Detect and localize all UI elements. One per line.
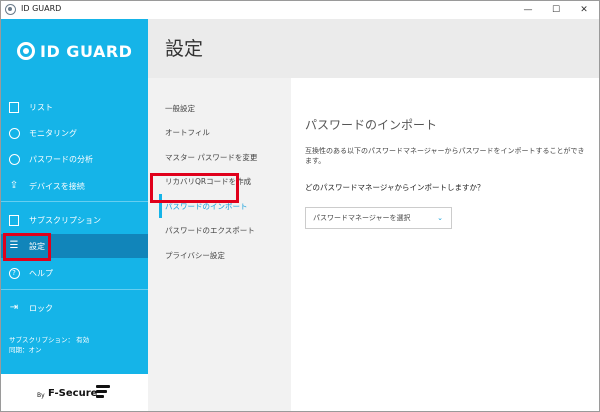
sidebar-item-label: モニタリング: [29, 128, 77, 138]
sidebar-item-connect-device[interactable]: ⇪ デバイスを接続: [1, 174, 148, 198]
subscription-status-text: サブスクリプション： 有効: [9, 336, 90, 344]
settings-item-privacy[interactable]: プライバシー設定: [165, 250, 225, 261]
lock-icon: ⇥: [9, 302, 19, 313]
maximize-button[interactable]: ☐: [543, 3, 569, 17]
subscription-icon: [8, 214, 20, 226]
settings-item-export-passwords[interactable]: パスワードのエクスポート: [165, 225, 255, 236]
window-title: ID GUARD: [21, 4, 62, 13]
sidebar-item-settings[interactable]: ☰ 設定: [1, 234, 148, 258]
active-indicator: [159, 194, 162, 218]
sidebar-divider: [1, 289, 148, 290]
list-icon: [8, 101, 20, 113]
sidebar-item-monitoring[interactable]: モニタリング: [1, 121, 148, 145]
help-icon: ?: [8, 267, 20, 279]
password-manager-select[interactable]: パスワードマネージャーを選択 ⌄: [305, 207, 452, 229]
clock-icon: [8, 153, 20, 165]
settings-item-autofill[interactable]: オートフィル: [165, 127, 210, 138]
title-bar: ID GUARD — ☐ ✕: [1, 1, 599, 19]
main-header: 設定: [148, 19, 599, 78]
sidebar-item-subscription[interactable]: サブスクリプション: [1, 208, 148, 232]
sidebar-item-label: サブスクリプション: [29, 215, 101, 225]
connect-device-icon: ⇪: [9, 180, 19, 191]
section-description: 互換性のある以下のパスワードマネージャーからパスワードをインポートすることができ…: [305, 147, 585, 165]
dropdown-placeholder: パスワードマネージャーを選択: [313, 214, 411, 222]
sidebar-item-list[interactable]: リスト: [1, 95, 148, 119]
logo-text: ID GUARD: [40, 41, 133, 61]
settings-list: 一般設定 オートフィル マスター パスワードを変更 リカバリQRコードを作成 パ…: [148, 78, 291, 411]
sync-status-text: 同期：オン: [9, 346, 42, 354]
sidebar-item-label: ロック: [29, 303, 53, 313]
section-heading: パスワードのインポート: [305, 118, 438, 132]
minimize-button[interactable]: —: [515, 3, 541, 17]
sidebar-item-label: ヘルプ: [29, 268, 53, 278]
sidebar-item-label: 設定: [29, 241, 45, 251]
sidebar-item-label: リスト: [29, 102, 53, 112]
settings-item-import-passwords[interactable]: パスワードのインポート: [165, 201, 248, 212]
id-guard-logo-icon: [17, 42, 35, 60]
subscription-status: サブスクリプション： 有効 同期：オン: [9, 335, 89, 355]
footer-by-text: By: [37, 392, 45, 399]
import-content: パスワードのインポート 互換性のある以下のパスワードマネージャーからパスワードを…: [291, 78, 599, 411]
sidebar-footer: By F-Secure: [1, 374, 148, 411]
sidebar-item-label: パスワードの分析: [29, 154, 93, 164]
main-panel: 設定 一般設定 オートフィル マスター パスワードを変更 リカバリQRコードを作…: [148, 19, 599, 411]
f-secure-logo-icon: [96, 385, 110, 401]
chevron-down-icon: ⌄: [437, 214, 443, 222]
settings-sliders-icon: ☰: [9, 240, 19, 251]
sidebar-item-help[interactable]: ? ヘルプ: [1, 261, 148, 285]
settings-item-create-recovery-qr[interactable]: リカバリQRコードを作成: [165, 176, 251, 187]
sidebar-item-lock[interactable]: ⇥ ロック: [1, 296, 148, 320]
f-secure-brand: F-Secure: [48, 388, 98, 399]
app-icon: [5, 4, 16, 15]
sidebar-item-label: デバイスを接続: [29, 181, 85, 191]
id-guard-logo: ID GUARD: [17, 40, 132, 62]
sidebar-item-password-analysis[interactable]: パスワードの分析: [1, 147, 148, 171]
sidebar-divider: [1, 201, 148, 202]
import-question: どのパスワードマネージャからインポートしますか？: [305, 183, 485, 192]
monitoring-icon: [8, 127, 20, 139]
settings-item-general[interactable]: 一般設定: [165, 103, 195, 114]
page-title: 設定: [165, 38, 204, 60]
settings-item-change-master-password[interactable]: マスター パスワードを変更: [165, 152, 257, 163]
close-button[interactable]: ✕: [571, 3, 597, 17]
app-window: ID GUARD — ☐ ✕ ID GUARD リスト モニタリング パスワード…: [0, 0, 600, 412]
sidebar: ID GUARD リスト モニタリング パスワードの分析 ⇪ デバイスを接続 サ…: [1, 19, 148, 411]
